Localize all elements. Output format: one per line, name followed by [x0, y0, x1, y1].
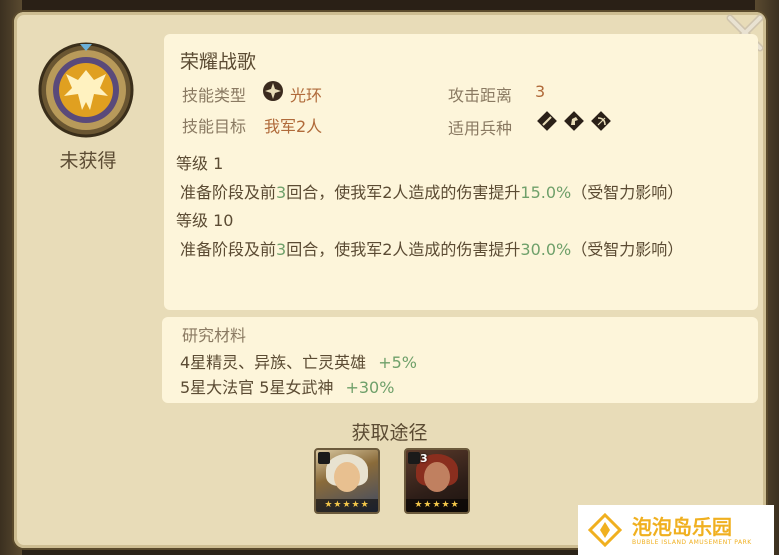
sword-troop-icon	[536, 110, 558, 132]
watermark: 泡泡岛乐园 BUBBLE ISLAND AMUSEMENT PARK	[578, 505, 774, 555]
watermark-subtext: BUBBLE ISLAND AMUSEMENT PARK	[632, 539, 752, 546]
skill-type-value: 光环	[290, 86, 323, 105]
hero-card-2[interactable]: 3 ★★★★★	[404, 448, 470, 514]
hero-face	[334, 462, 360, 492]
skill-name: 荣耀战歌	[180, 51, 257, 73]
bow-troop-icon	[590, 110, 612, 132]
watermark-logo-icon	[588, 513, 622, 547]
level-1-desc: 准备阶段及前3回合，使我军2人造成的伤害提升15.0%（受智力影响）	[180, 183, 684, 202]
weapon-icon	[408, 452, 420, 464]
hero-face	[424, 462, 450, 492]
hero-stars: ★★★★★	[316, 499, 378, 512]
skill-target-value: 我军2人	[264, 117, 323, 136]
skill-target-label: 技能目标	[182, 117, 247, 136]
level-10-desc: 准备阶段及前3回合，使我军2人造成的伤害提升30.0%（受智力影响）	[180, 240, 684, 259]
skill-type-label: 技能类型	[182, 86, 247, 105]
material-row: 5星大法官 5星女武神 +30%	[180, 378, 395, 397]
hero-card-1[interactable]: ★★★★★	[314, 448, 380, 514]
hero-stars: ★★★★★	[406, 499, 468, 512]
obtain-title: 获取途径	[351, 422, 428, 444]
acquire-status: 未获得	[59, 150, 117, 172]
winged-emblem-icon	[38, 42, 134, 138]
troop-icons	[536, 110, 612, 134]
attack-range-label: 攻击距离	[448, 86, 513, 105]
hero-tier: 3	[420, 452, 428, 465]
watermark-text: 泡泡岛乐园	[632, 515, 732, 539]
skill-info-card	[164, 34, 758, 310]
weapon-icon	[318, 452, 330, 464]
level-10-label: 等级 10	[176, 211, 234, 230]
material-row: 4星精灵、异族、亡灵英雄 +5%	[180, 353, 417, 372]
aura-type-icon	[263, 81, 283, 101]
horse-troop-icon	[563, 110, 585, 132]
attack-range-value: 3	[535, 82, 546, 101]
level-1-label: 等级 1	[176, 154, 224, 173]
troop-type-label: 适用兵种	[448, 119, 513, 138]
materials-title: 研究材料	[182, 326, 247, 345]
